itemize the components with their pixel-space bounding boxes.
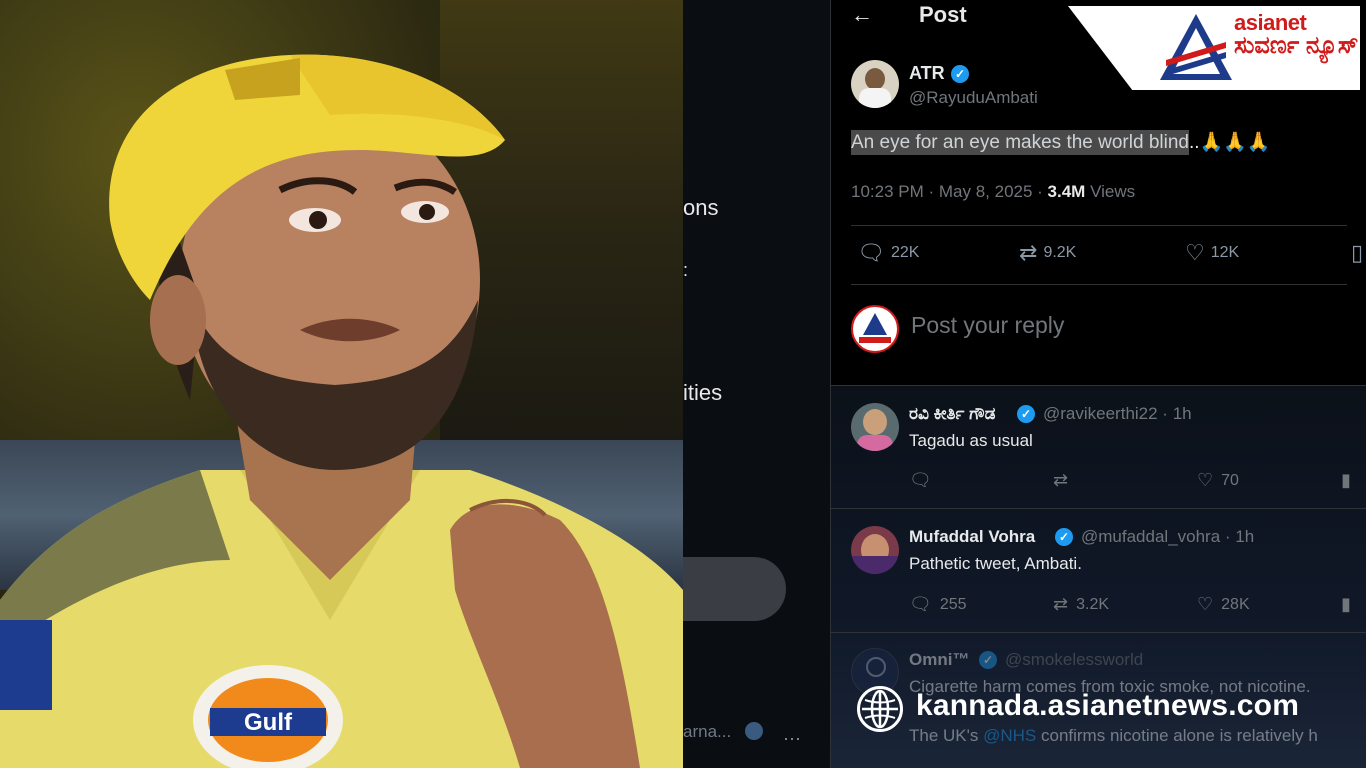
post-meta: 10:23 PM · May 8, 2025 · 3.4M Views (851, 182, 1135, 202)
reply-author-handle[interactable]: @smokelessworld (1005, 650, 1143, 670)
svg-text:Gulf: Gulf (244, 709, 293, 736)
reply-text: Tagadu as usual (909, 431, 1033, 450)
reply-icon: 🗨 (857, 240, 885, 265)
back-arrow-icon[interactable]: ← (851, 2, 873, 28)
analytics-button[interactable]: ▮ (1341, 470, 1351, 491)
divider (851, 284, 1347, 285)
verified-badge-icon: ✓ (1017, 405, 1035, 423)
globe-icon (857, 686, 903, 732)
repost-button[interactable]: ⇄ 9.2K (1019, 240, 1076, 266)
sidebar-item-label[interactable]: ons (683, 195, 718, 221)
like-button[interactable]: ♡ 12K (1185, 240, 1239, 266)
post-text-highlight: An eye for an eye makes the world blind (851, 130, 1189, 155)
like-button[interactable]: ♡ 28K (1197, 594, 1250, 615)
repost-count: 9.2K (1043, 244, 1077, 261)
reply-text-line2: The UK's @NHS confirms nicotine alone is… (909, 726, 1318, 746)
views-count: 3.4M (1047, 182, 1086, 201)
repost-button[interactable]: ⇄ (1053, 470, 1068, 491)
brand-name-kannada: ಸುವರ್ಣ ನ್ಯೂಸ್ (1234, 32, 1359, 59)
reply-author-handle[interactable]: @ravikeerthi22 · 1h (1043, 404, 1192, 424)
post-button[interactable] (683, 557, 786, 621)
repost-button[interactable]: ⇄ 3.2K (1053, 594, 1109, 615)
analytics-icon: ▮ (1341, 470, 1351, 490)
like-count: 28K (1221, 595, 1250, 613)
author-name[interactable]: ATR (909, 63, 945, 84)
like-count: 70 (1221, 471, 1239, 489)
reply-text-part: confirms nicotine alone is relatively h (1036, 726, 1318, 745)
reply-button[interactable]: 🗨 22K (857, 240, 919, 266)
reply-count: 255 (939, 595, 967, 613)
reply-avatar[interactable] (851, 526, 899, 574)
verified-badge-icon: ✓ (979, 651, 997, 669)
reply-avatar[interactable] (851, 403, 899, 451)
views-label: Views (1085, 182, 1136, 201)
reply-button[interactable]: 🗨 255 (909, 594, 967, 615)
sidebar-item-label[interactable]: ities (683, 380, 722, 406)
reply-text-part: The UK's (909, 726, 984, 745)
reply-author-name[interactable]: Mufaddal Vohra (909, 527, 1035, 547)
analytics-icon: ▮ (1341, 594, 1351, 614)
heart-icon: ♡ (1197, 594, 1214, 614)
sidebar-item-label[interactable]: : (683, 260, 688, 281)
reply-input[interactable]: Post your reply (911, 312, 1064, 339)
bookmark-button[interactable]: ▯ (1351, 240, 1363, 266)
player-photo: Gulf (0, 0, 683, 768)
post-text: An eye for an eye makes the world blind.… (851, 130, 1271, 155)
more-icon[interactable]: ··· (783, 728, 801, 749)
post-detail: ← Post ATR ✓ @RayuduAmbati An eye for an… (830, 0, 1366, 768)
asianet-logo-icon (1160, 14, 1232, 80)
like-button[interactable]: ♡ 70 (1197, 470, 1239, 491)
player-illustration: Gulf (0, 54, 683, 768)
repost-count: 3.2K (1076, 595, 1110, 613)
reply-icon: 🗨 (909, 470, 932, 490)
reply-count: 22K (890, 244, 920, 261)
author-handle[interactable]: @RayuduAmbati (909, 88, 1038, 108)
verified-badge-icon: ✓ (951, 65, 969, 83)
avatar[interactable] (851, 60, 899, 108)
sidebar-account-name[interactable]: arna... (683, 722, 731, 742)
analytics-button[interactable]: ▮ (1341, 594, 1351, 615)
like-count: 12K (1210, 244, 1240, 261)
verified-badge-icon (745, 722, 763, 740)
composer-avatar[interactable] (851, 305, 899, 353)
reply-button[interactable]: 🗨 (909, 470, 932, 491)
divider (831, 632, 1366, 633)
reply-author-name[interactable]: ರವಿ ಕೀರ್ತಿ ಗೌಡ (909, 404, 995, 424)
divider (851, 225, 1347, 226)
bookmark-icon: ▯ (1351, 240, 1364, 265)
repost-icon: ⇄ (1053, 470, 1069, 490)
post-text-emoji: ..🙏🙏🙏 (1188, 132, 1271, 153)
heart-icon: ♡ (1185, 240, 1205, 265)
verified-badge-icon: ✓ (1055, 528, 1073, 546)
reply-text: Pathetic tweet, Ambati. (909, 554, 1082, 573)
page-title: Post (919, 2, 967, 27)
post-timestamp[interactable]: 10:23 PM · May 8, 2025 · (851, 182, 1048, 201)
reply-author-handle[interactable]: @mufaddal_vohra · 1h (1081, 527, 1254, 547)
heart-icon: ♡ (1197, 470, 1214, 490)
repost-icon: ⇄ (1019, 240, 1038, 265)
sidebar: ons : ities arna... ··· (683, 0, 830, 768)
reply-author-name[interactable]: Omni™ (909, 650, 969, 670)
mention-link[interactable]: @NHS (983, 726, 1036, 745)
reply-icon: 🗨 (909, 594, 932, 614)
repost-icon: ⇄ (1053, 594, 1069, 614)
divider (831, 508, 1366, 509)
watermark-url: kannada.asianetnews.com (916, 689, 1300, 722)
divider (831, 385, 1366, 386)
